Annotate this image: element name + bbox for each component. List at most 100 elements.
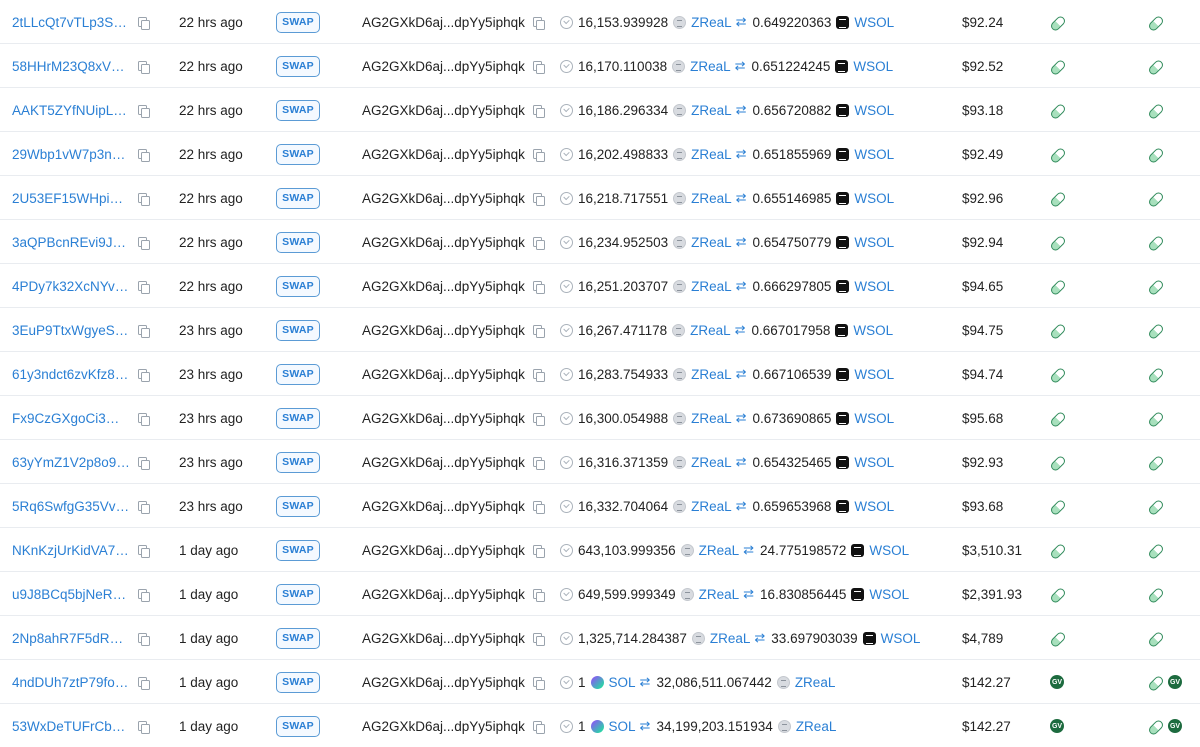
- copy-icon[interactable]: [138, 676, 150, 690]
- token-out-link[interactable]: WSOL: [854, 103, 894, 118]
- copy-icon[interactable]: [138, 236, 150, 250]
- pill-icon[interactable]: [1049, 234, 1067, 252]
- copy-icon[interactable]: [138, 368, 150, 382]
- token-in-link[interactable]: ZReaL: [691, 147, 732, 162]
- copy-icon[interactable]: [138, 192, 150, 206]
- signature-link[interactable]: u9J8BCq5bjNeRAK...: [12, 587, 130, 602]
- token-in-link[interactable]: ZReaL: [691, 411, 732, 426]
- token-out-link[interactable]: WSOL: [854, 411, 894, 426]
- pill-icon[interactable]: [1147, 718, 1165, 736]
- token-in-link[interactable]: SOL: [609, 719, 636, 734]
- by-address[interactable]: AG2GXkD6aj...dpYy5iphqk: [362, 367, 525, 382]
- by-address[interactable]: AG2GXkD6aj...dpYy5iphqk: [362, 235, 525, 250]
- signature-link[interactable]: 61y3ndct6zvKfz85...: [12, 367, 130, 382]
- token-in-link[interactable]: ZReaL: [691, 455, 732, 470]
- token-out-link[interactable]: WSOL: [869, 543, 909, 558]
- pill-icon[interactable]: [1049, 498, 1067, 516]
- copy-icon[interactable]: [532, 456, 545, 470]
- token-in-link[interactable]: ZReaL: [691, 191, 732, 206]
- pill-icon[interactable]: [1147, 14, 1165, 32]
- token-in-link[interactable]: ZReaL: [691, 367, 732, 382]
- pill-icon[interactable]: [1147, 190, 1165, 208]
- token-out-link[interactable]: WSOL: [854, 147, 894, 162]
- pill-icon[interactable]: [1147, 410, 1165, 428]
- token-in-link[interactable]: ZReaL: [690, 59, 731, 74]
- token-out-link[interactable]: WSOL: [854, 499, 894, 514]
- pill-icon[interactable]: [1049, 102, 1067, 120]
- by-address[interactable]: AG2GXkD6aj...dpYy5iphqk: [362, 411, 525, 426]
- dex-badge-icon[interactable]: GV: [1168, 719, 1182, 733]
- pill-icon[interactable]: [1147, 674, 1165, 692]
- by-address[interactable]: AG2GXkD6aj...dpYy5iphqk: [362, 147, 525, 162]
- pill-icon[interactable]: [1147, 542, 1165, 560]
- pill-icon[interactable]: [1049, 410, 1067, 428]
- token-out-link[interactable]: WSOL: [854, 455, 894, 470]
- token-out-link[interactable]: WSOL: [854, 191, 894, 206]
- by-address[interactable]: AG2GXkD6aj...dpYy5iphqk: [362, 631, 525, 646]
- token-out-link[interactable]: WSOL: [853, 59, 893, 74]
- token-in-link[interactable]: ZReaL: [699, 543, 740, 558]
- pill-icon[interactable]: [1049, 278, 1067, 296]
- pill-icon[interactable]: [1147, 322, 1165, 340]
- copy-icon[interactable]: [138, 148, 150, 162]
- pill-icon[interactable]: [1147, 58, 1165, 76]
- pill-icon[interactable]: [1147, 366, 1165, 384]
- signature-link[interactable]: 4ndDUh7ztP79foa...: [12, 675, 130, 690]
- copy-icon[interactable]: [532, 676, 545, 690]
- by-address[interactable]: AG2GXkD6aj...dpYy5iphqk: [362, 455, 525, 470]
- copy-icon[interactable]: [138, 544, 150, 558]
- signature-link[interactable]: 2Np8ahR7F5dRq6...: [12, 631, 130, 646]
- token-in-link[interactable]: ZReaL: [691, 103, 732, 118]
- token-out-link[interactable]: WSOL: [854, 15, 894, 30]
- token-out-link[interactable]: ZReaL: [795, 675, 836, 690]
- by-address[interactable]: AG2GXkD6aj...dpYy5iphqk: [362, 499, 525, 514]
- dex-badge-icon[interactable]: GV: [1050, 719, 1064, 733]
- pill-icon[interactable]: [1147, 454, 1165, 472]
- signature-link[interactable]: 3aQPBcnREvi9JQc...: [12, 235, 130, 250]
- token-in-link[interactable]: ZReaL: [710, 631, 751, 646]
- token-in-link[interactable]: ZReaL: [691, 15, 732, 30]
- pill-icon[interactable]: [1049, 366, 1067, 384]
- copy-icon[interactable]: [532, 192, 545, 206]
- copy-icon[interactable]: [138, 60, 150, 74]
- copy-icon[interactable]: [532, 720, 545, 734]
- signature-link[interactable]: 4PDy7k32XcNYvw...: [12, 279, 130, 294]
- signature-link[interactable]: 63yYmZ1V2p8o9u...: [12, 455, 130, 470]
- token-out-link[interactable]: WSOL: [854, 235, 894, 250]
- copy-icon[interactable]: [138, 720, 150, 734]
- pill-icon[interactable]: [1147, 586, 1165, 604]
- token-out-link[interactable]: ZReaL: [796, 719, 837, 734]
- copy-icon[interactable]: [532, 412, 545, 426]
- copy-icon[interactable]: [138, 16, 150, 30]
- signature-link[interactable]: 2tLLcQt7vTLp3SC...: [12, 15, 130, 30]
- signature-link[interactable]: 2U53EF15WHpie3...: [12, 191, 130, 206]
- signature-link[interactable]: Fx9CzGXgoCi3MKs...: [12, 411, 130, 426]
- pill-icon[interactable]: [1147, 102, 1165, 120]
- token-in-link[interactable]: ZReaL: [691, 499, 732, 514]
- token-in-link[interactable]: ZReaL: [699, 587, 740, 602]
- copy-icon[interactable]: [532, 16, 545, 30]
- token-out-link[interactable]: WSOL: [869, 587, 909, 602]
- copy-icon[interactable]: [138, 632, 150, 646]
- copy-icon[interactable]: [138, 500, 150, 514]
- token-out-link[interactable]: WSOL: [853, 323, 893, 338]
- copy-icon[interactable]: [138, 104, 150, 118]
- copy-icon[interactable]: [138, 324, 150, 338]
- signature-link[interactable]: NKnKzjUrKidVA7sZ...: [12, 543, 130, 558]
- token-in-link[interactable]: SOL: [609, 675, 636, 690]
- by-address[interactable]: AG2GXkD6aj...dpYy5iphqk: [362, 279, 525, 294]
- token-in-link[interactable]: ZReaL: [690, 323, 731, 338]
- pill-icon[interactable]: [1049, 586, 1067, 604]
- by-address[interactable]: AG2GXkD6aj...dpYy5iphqk: [362, 675, 525, 690]
- copy-icon[interactable]: [532, 632, 545, 646]
- by-address[interactable]: AG2GXkD6aj...dpYy5iphqk: [362, 59, 525, 74]
- pill-icon[interactable]: [1147, 234, 1165, 252]
- pill-icon[interactable]: [1147, 146, 1165, 164]
- copy-icon[interactable]: [532, 236, 545, 250]
- dex-badge-icon[interactable]: GV: [1168, 675, 1182, 689]
- signature-link[interactable]: 53WxDeTUFrCbs4r...: [12, 719, 130, 734]
- pill-icon[interactable]: [1049, 190, 1067, 208]
- copy-icon[interactable]: [532, 280, 545, 294]
- copy-icon[interactable]: [532, 324, 545, 338]
- copy-icon[interactable]: [138, 280, 150, 294]
